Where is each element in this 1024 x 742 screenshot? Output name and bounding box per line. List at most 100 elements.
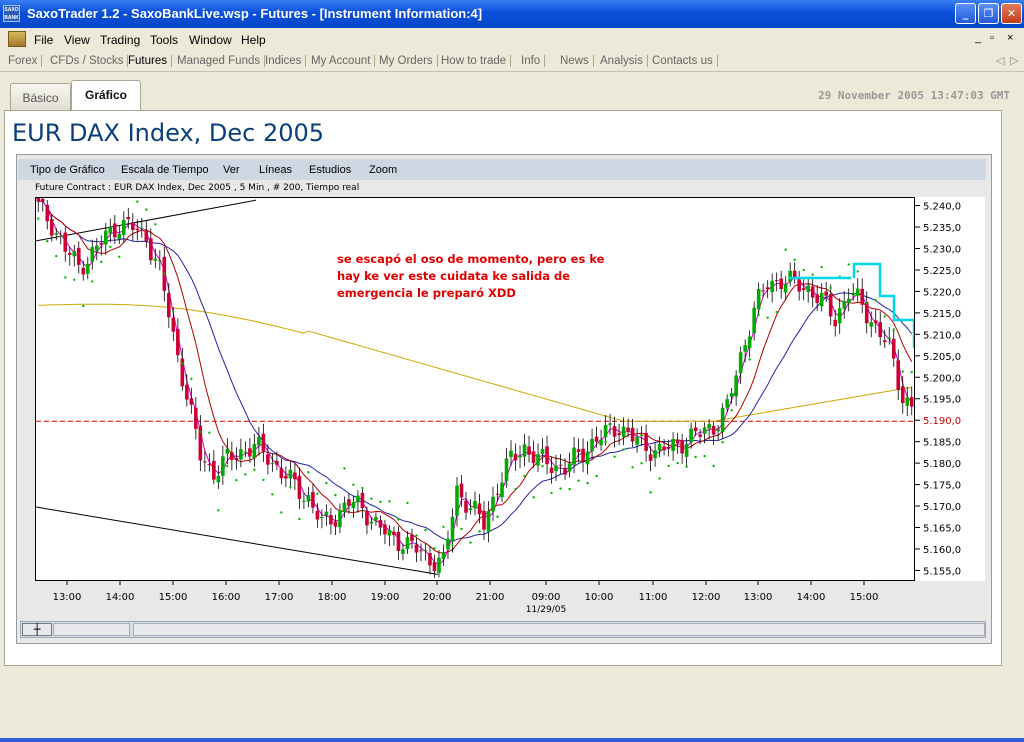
candle (887, 327, 892, 345)
x-tick-label: 13:00 (744, 592, 773, 603)
candle (76, 241, 81, 274)
maximize-icon[interactable]: ❐ (978, 3, 999, 24)
psar-dot (874, 299, 877, 302)
nav-futures[interactable]: Futures (128, 55, 172, 67)
menu-trading[interactable]: Trading (100, 33, 140, 47)
candle (117, 225, 122, 245)
chart-menu-tipo[interactable]: Tipo de Gráfico (30, 164, 105, 176)
candle (279, 458, 284, 485)
chart-menu-estudios[interactable]: Estudios (309, 164, 351, 176)
nav-scroll-left-icon[interactable]: ◁ (996, 54, 1004, 67)
psar-dot (244, 473, 247, 476)
document-icon[interactable] (8, 31, 26, 47)
y-tick-label: 5.180,0 (923, 459, 961, 470)
tab-basico[interactable]: Básico (10, 83, 71, 110)
nav-how-to-trade[interactable]: How to trade (441, 55, 512, 67)
chart-menu-escala[interactable]: Escala de Tiempo (121, 164, 208, 176)
psar-dot (271, 493, 274, 496)
window-title: SaxoTrader 1.2 - SaxoBankLive.wsp - Futu… (27, 6, 483, 21)
chart-menu-ver[interactable]: Ver (223, 164, 240, 176)
candle (770, 273, 774, 303)
nav-scroll-right-icon[interactable]: ▷ (1010, 54, 1018, 67)
candle (333, 514, 338, 536)
close-icon[interactable]: ✕ (1001, 3, 1022, 24)
menu-tools[interactable]: Tools (150, 33, 178, 47)
psar-dot (703, 454, 706, 458)
minimize-icon[interactable]: _ (955, 3, 976, 24)
psar-dot (784, 248, 787, 251)
nav-news[interactable]: News (560, 55, 594, 67)
nav-forex[interactable]: Forex (8, 55, 43, 67)
candle (297, 467, 302, 509)
nav-managed-funds[interactable]: Managed Funds (177, 55, 266, 67)
candle (257, 426, 261, 456)
candle (635, 428, 639, 453)
candle (131, 213, 135, 241)
psar-dot (280, 511, 283, 514)
nav-my-orders[interactable]: My Orders (379, 55, 438, 67)
mdi-minimize-icon[interactable]: _ (975, 32, 981, 44)
candle (81, 260, 86, 281)
nav-contacts-us[interactable]: Contacts us (652, 55, 718, 67)
status-field (53, 623, 130, 636)
nav-analysis[interactable]: Analysis (600, 55, 648, 67)
psar-dot (316, 492, 319, 495)
menu-help[interactable]: Help (241, 33, 266, 47)
chart-subtitle: Future Contract : EUR DAX Index, Dec 200… (35, 183, 360, 193)
candle (85, 256, 90, 280)
candle (851, 283, 856, 301)
candle (90, 239, 95, 270)
psar-dot (757, 313, 760, 316)
x-tick-label: 20:00 (423, 592, 452, 603)
chart-menu-zoom[interactable]: Zoom (369, 164, 397, 176)
menu-file[interactable]: File (34, 33, 53, 47)
menu-view[interactable]: View (64, 33, 90, 47)
psar-dot (568, 487, 571, 491)
candle (432, 554, 437, 579)
chart-menu-lineas[interactable]: Líneas (259, 164, 292, 176)
candle (684, 437, 689, 466)
psar-dot (541, 464, 544, 468)
candle (729, 387, 734, 404)
psar-dot (532, 496, 535, 499)
candle (40, 194, 45, 212)
psar-dot (172, 310, 175, 313)
x-tick-label: 15:00 (850, 592, 879, 603)
candle (63, 226, 68, 262)
y-tick-label: 5.165,0 (923, 523, 961, 534)
x-tick-label: 10:00 (585, 592, 614, 603)
nav-info[interactable]: Info (521, 55, 546, 67)
psar-dot (208, 431, 211, 434)
candle (121, 211, 126, 243)
psar-dot (406, 501, 409, 505)
y-tick-label: 5.200,0 (923, 373, 961, 384)
y-tick-label: 5.215,0 (923, 309, 961, 320)
mdi-close-icon[interactable]: × (1007, 32, 1013, 44)
x-tick-label: 16:00 (212, 592, 241, 603)
psar-dot (226, 464, 229, 468)
crosshair-icon[interactable]: ┼ (22, 623, 52, 636)
nav-my-account[interactable]: My Account (311, 55, 376, 67)
chart-annotation: se escapó el oso de momento, pero es ke … (337, 251, 627, 302)
candle (545, 435, 549, 475)
psar-dot (748, 358, 751, 361)
nav-indices[interactable]: Indices (265, 55, 307, 67)
psar-dot (361, 486, 364, 490)
candle (239, 438, 243, 468)
nav-cfds-stocks[interactable]: CFDs / Stocks (50, 55, 129, 67)
candle (801, 279, 806, 301)
candle (900, 375, 905, 414)
candle (500, 472, 504, 503)
candle (869, 311, 874, 338)
candle (144, 221, 149, 248)
candle (167, 282, 171, 328)
menu-window[interactable]: Window (189, 33, 232, 47)
psar-dot (451, 544, 454, 547)
psar-dot (154, 223, 157, 226)
mdi-restore-icon[interactable]: ▫ (990, 32, 994, 44)
tab-grafico[interactable]: Gráfico (71, 80, 141, 110)
psar-dot (514, 487, 517, 491)
candle (590, 428, 594, 460)
candle (54, 227, 59, 241)
chart-scrollbar[interactable] (133, 623, 985, 636)
